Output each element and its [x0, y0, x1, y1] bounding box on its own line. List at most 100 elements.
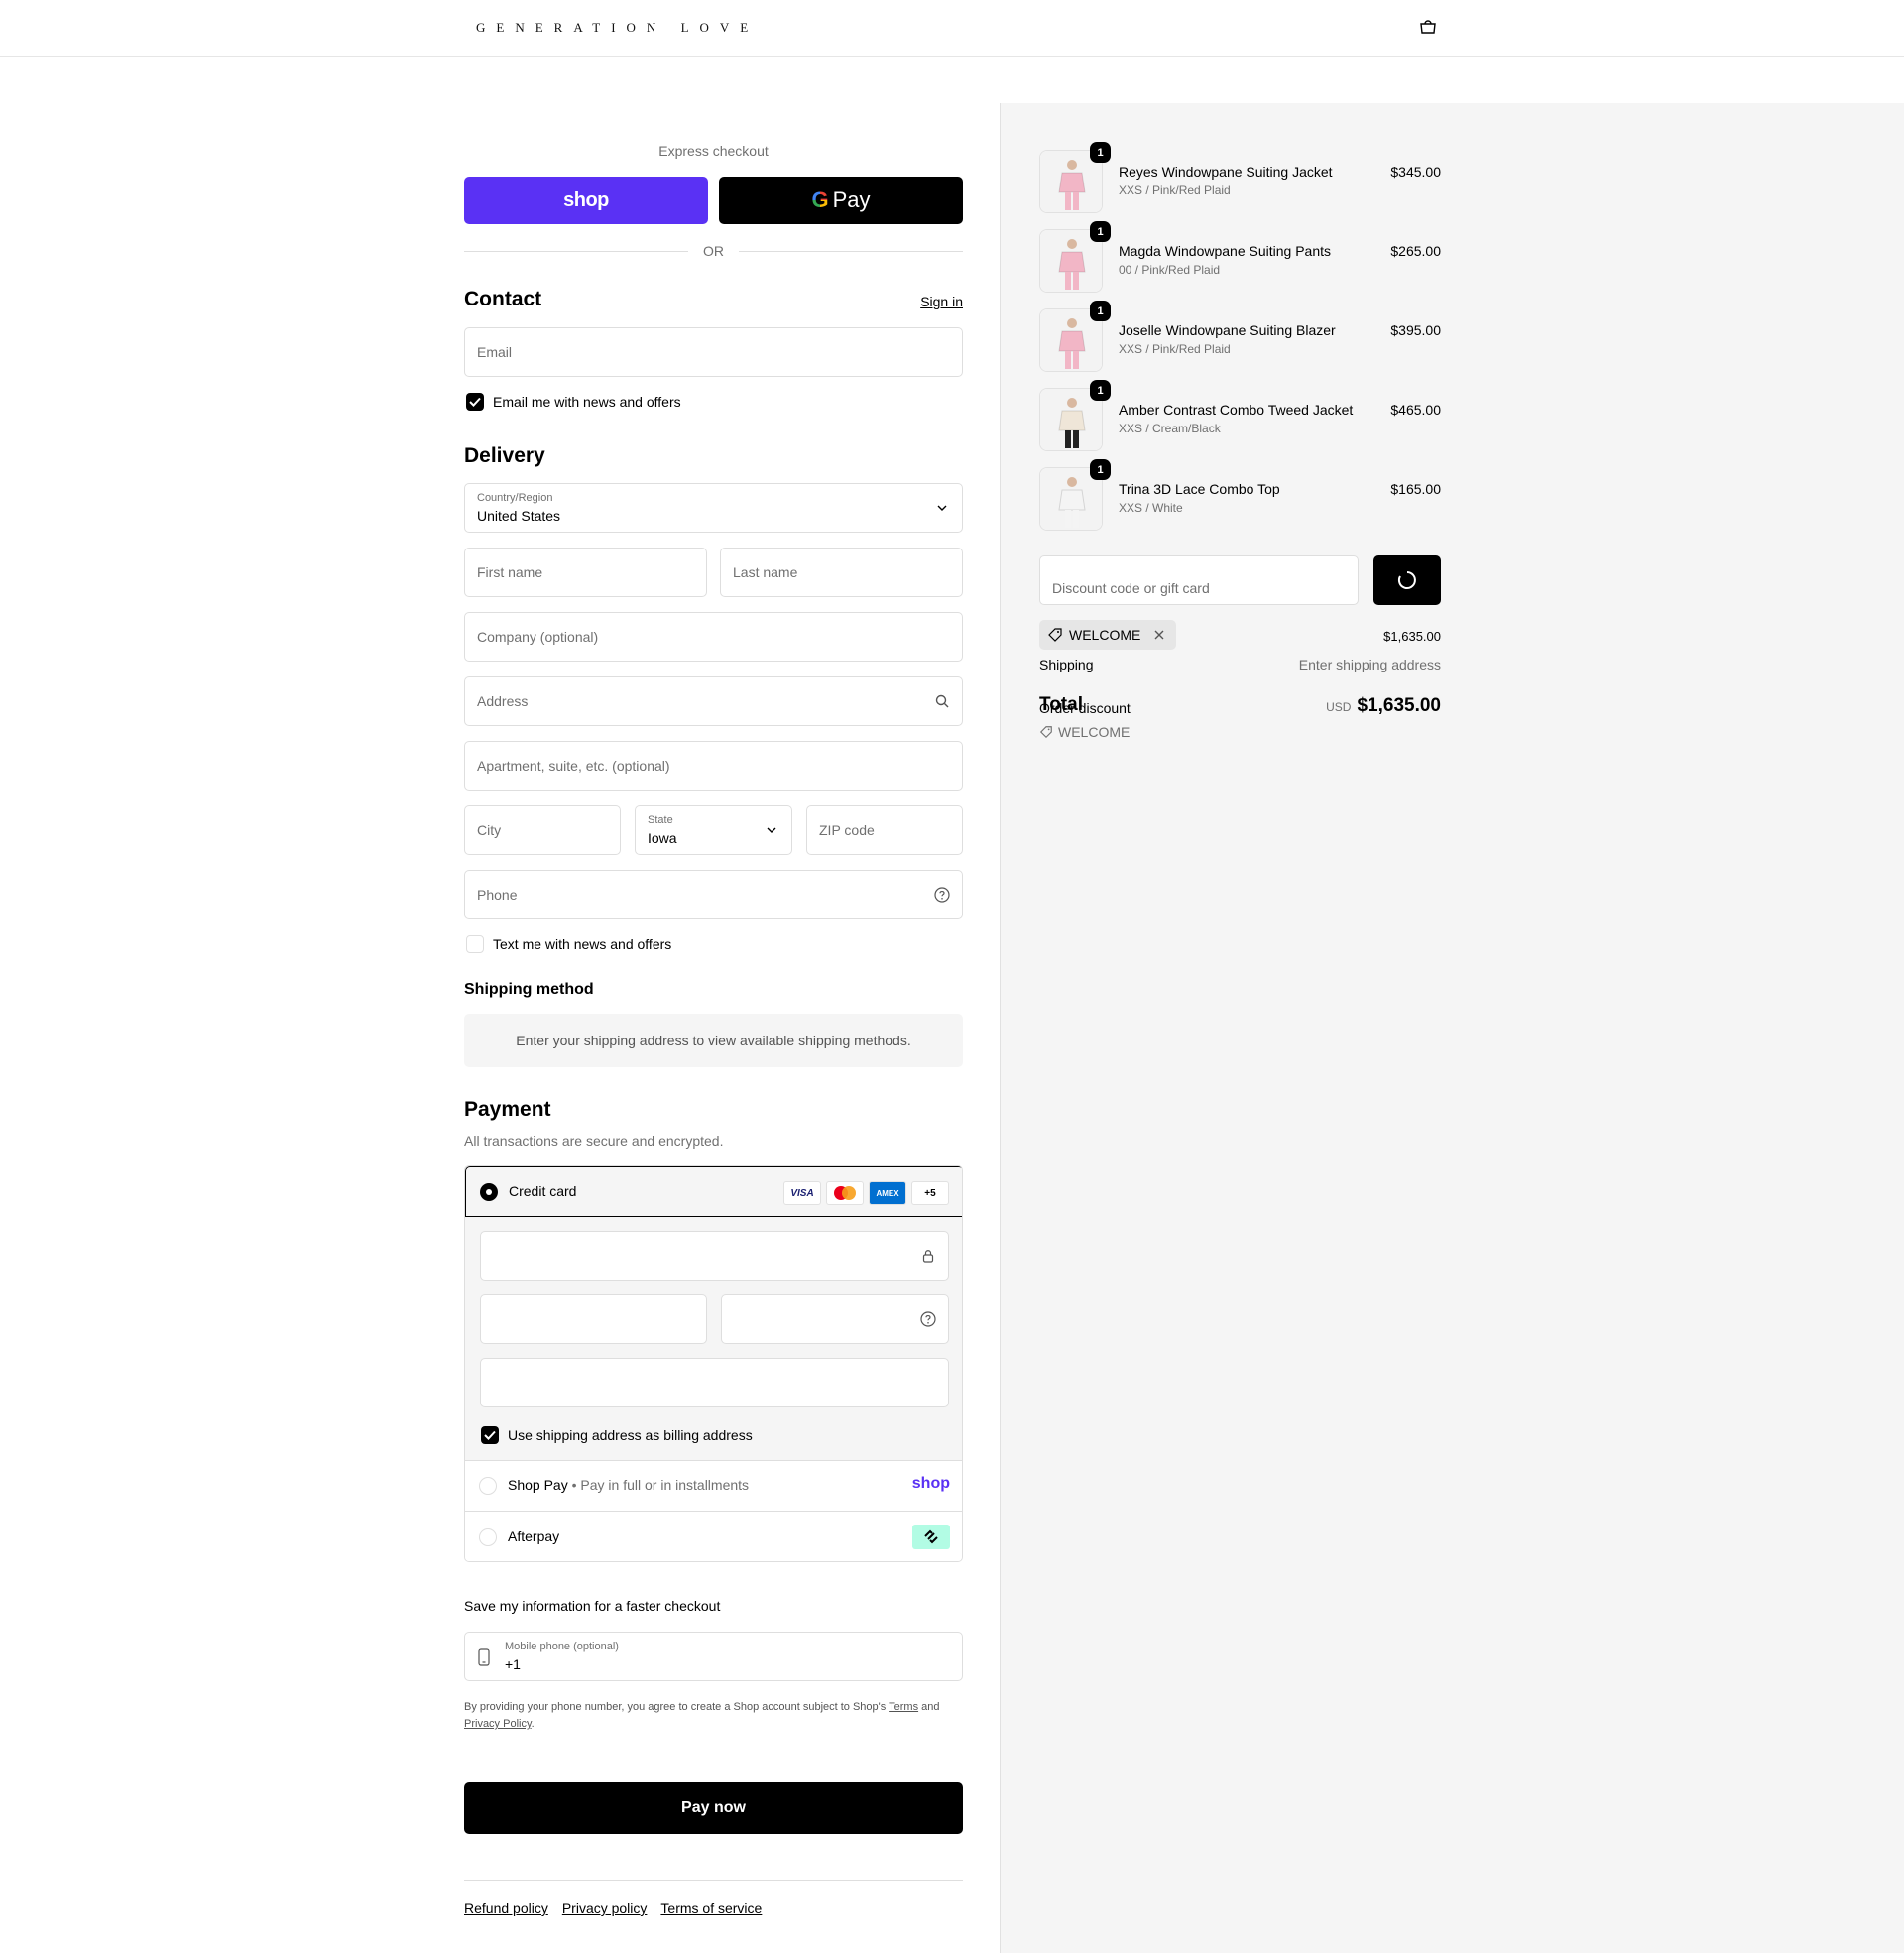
card-fields-panel: Use shipping address as billing address [465, 1217, 962, 1460]
billing-address-label: Use shipping address as billing address [508, 1427, 753, 1443]
terms-link[interactable]: Terms [889, 1701, 918, 1713]
mobile-phone-icon [478, 1648, 490, 1666]
shop-pay-button[interactable]: shop [464, 177, 708, 224]
header: GENERATION LOVE [0, 0, 1904, 57]
email-field[interactable]: Email [464, 327, 963, 377]
product-name: Trina 3D Lace Combo Top [1119, 481, 1280, 497]
footer-divider [464, 1880, 963, 1881]
pay-now-button[interactable]: Pay now [464, 1782, 963, 1834]
product-variant: XXS / White [1119, 501, 1183, 515]
line-item: 1 Trina 3D Lace Combo Top XXS / White $165.… [1039, 459, 1441, 531]
email-news-checkbox[interactable] [466, 393, 484, 411]
state-select[interactable]: State Iowa [635, 805, 792, 855]
quantity-badge: 1 [1090, 301, 1111, 321]
product-name: Reyes Windowpane Suiting Jacket [1119, 164, 1333, 180]
line-item: 1 Reyes Windowpane Suiting Jacket XXS / Pi… [1039, 142, 1441, 213]
card-number-field[interactable] [480, 1231, 949, 1281]
credit-card-label: Credit card [509, 1183, 577, 1199]
tag-icon [1048, 628, 1062, 642]
afterpay-option[interactable]: Afterpay [465, 1511, 962, 1561]
phone-field[interactable]: Phone [464, 870, 963, 919]
product-variant: 00 / Pink/Red Plaid [1119, 263, 1221, 277]
chevron-down-icon [767, 827, 776, 833]
product-variant: XXS / Pink/Red Plaid [1119, 342, 1231, 356]
expiration-field[interactable] [480, 1294, 707, 1344]
payment-subtitle: All transactions are secure and encrypte… [464, 1133, 724, 1149]
apply-discount-button[interactable] [1373, 555, 1441, 605]
product-variant: XXS / Cream/Black [1119, 422, 1221, 435]
product-price: $465.00 [1390, 402, 1441, 418]
express-checkout-label: Express checkout [658, 143, 769, 159]
shipping-method-info: Enter your shipping address to view avai… [464, 1014, 963, 1067]
search-icon [935, 694, 949, 708]
text-news-checkbox[interactable] [466, 935, 484, 953]
company-field[interactable]: Company (optional) [464, 612, 963, 662]
discount-tag: WELCOME [1039, 620, 1177, 650]
product-price: $165.00 [1390, 481, 1441, 497]
shop-pay-label: Shop Pay [508, 1477, 568, 1493]
product-name: Amber Contrast Combo Tweed Jacket [1119, 402, 1354, 418]
refund-policy-link[interactable]: Refund policy [464, 1900, 548, 1916]
last-name-field[interactable]: Last name [720, 548, 963, 597]
mastercard-icon [826, 1181, 864, 1205]
shipping-value: Enter shipping address [1298, 657, 1441, 672]
help-circle-icon[interactable] [934, 887, 950, 903]
afterpay-radio[interactable] [479, 1528, 497, 1546]
security-code-field[interactable] [721, 1294, 949, 1344]
shipping-method-heading: Shipping method [464, 981, 594, 998]
close-icon[interactable] [1152, 628, 1166, 642]
mobile-phone-field[interactable]: Mobile phone (optional) +1 [464, 1632, 963, 1681]
shop-pay-logo: shop [911, 1475, 950, 1492]
shop-pay-radio[interactable] [479, 1477, 497, 1495]
subtotal-value: $1,635.00 [1383, 629, 1441, 644]
quantity-badge: 1 [1090, 380, 1111, 401]
bag-icon[interactable] [1418, 19, 1438, 35]
name-on-card-field[interactable] [480, 1358, 949, 1407]
country-select[interactable]: Country/Region United States [464, 483, 963, 533]
privacy-policy-link[interactable]: Privacy Policy [464, 1718, 532, 1730]
applied-discount: WELCOME [1039, 724, 1130, 740]
store-logo[interactable]: GENERATION LOVE [476, 20, 759, 36]
help-circle-icon[interactable] [920, 1311, 936, 1327]
quantity-badge: 1 [1090, 459, 1111, 480]
discount-code-field[interactable]: Discount code or gift card [1039, 555, 1359, 605]
apartment-field[interactable]: Apartment, suite, etc. (optional) [464, 741, 963, 791]
email-news-label: Email me with news and offers [493, 394, 681, 410]
terms-of-service-link[interactable]: Terms of service [660, 1900, 762, 1916]
address-field[interactable]: Address [464, 676, 963, 726]
or-divider: OR [464, 242, 963, 260]
total-row: USD $1,635.00 [1326, 695, 1441, 717]
zip-field[interactable]: ZIP code [806, 805, 963, 855]
quantity-badge: 1 [1090, 221, 1111, 242]
loading-spinner-icon [1397, 571, 1416, 589]
credit-card-radio[interactable] [480, 1183, 498, 1201]
city-field[interactable]: City [464, 805, 621, 855]
check-icon [484, 1430, 496, 1440]
footer-links: Refund policy Privacy policy Terms of se… [464, 1900, 762, 1916]
line-item: 1 Amber Contrast Combo Tweed Jacket XXS / … [1039, 380, 1441, 451]
chevron-down-icon [937, 505, 947, 511]
billing-address-checkbox[interactable] [481, 1426, 499, 1444]
currency-label: USD [1326, 700, 1352, 714]
amex-icon: AMEX [869, 1181, 906, 1205]
shop-pay-option[interactable]: Shop Pay • Pay in full or in installment… [465, 1460, 962, 1511]
credit-card-option[interactable]: Credit card VISA AMEX +5 [465, 1166, 962, 1217]
visa-icon: VISA [783, 1181, 821, 1205]
tag-icon [1039, 726, 1052, 739]
product-variant: XXS / Pink/Red Plaid [1119, 183, 1231, 197]
google-g-icon: G [811, 187, 829, 212]
google-pay-button[interactable]: G Pay [719, 177, 963, 224]
text-news-label: Text me with news and offers [493, 936, 672, 952]
lock-icon [922, 1250, 934, 1263]
order-summary-panel [1000, 103, 1904, 1953]
delivery-heading: Delivery [464, 444, 545, 467]
contact-heading: Contact [464, 288, 542, 310]
sign-in-link[interactable]: Sign in [920, 294, 963, 309]
first-name-field[interactable]: First name [464, 548, 707, 597]
line-item: 1 Magda Windowpane Suiting Pants 00 / Pink… [1039, 221, 1441, 293]
quantity-badge: 1 [1090, 142, 1111, 163]
shop-pay-desc: Pay in full or in installments [580, 1477, 750, 1493]
check-icon [469, 397, 481, 407]
privacy-policy-footer-link[interactable]: Privacy policy [562, 1900, 648, 1916]
more-cards-badge: +5 [911, 1181, 949, 1205]
